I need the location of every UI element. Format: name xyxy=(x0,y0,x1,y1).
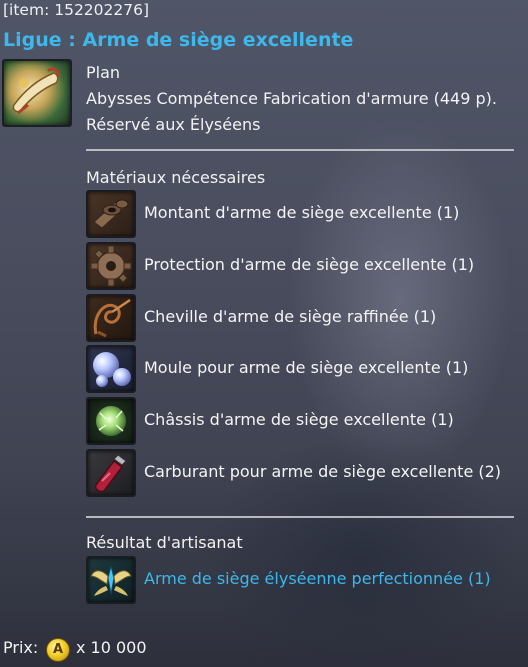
materials-heading: Matériaux nécessaires xyxy=(86,168,266,187)
material-row[interactable]: Châssis d'arme de siège excellente (1) xyxy=(86,397,526,447)
plan-skill-requirement: Abysses Compétence Fabrication d'armure … xyxy=(86,89,497,108)
material-row[interactable]: Montant d'arme de siège excellente (1) xyxy=(86,190,526,240)
plan-type: Plan xyxy=(86,63,121,82)
material-label: Carburant pour arme de siège excellente … xyxy=(144,462,502,481)
material-row[interactable]: Protection d'arme de siège excellente (1… xyxy=(86,242,526,292)
siege-upright-icon xyxy=(86,190,136,238)
material-label: Châssis d'arme de siège excellente (1) xyxy=(144,410,454,429)
winged-emblem-icon xyxy=(86,556,136,604)
price-label: Prix: xyxy=(3,638,39,657)
material-label: Cheville d'arme de siège raffinée (1) xyxy=(144,307,437,326)
result-row[interactable]: Arme de siège élyséenne perfectionnée (1… xyxy=(86,556,526,606)
divider xyxy=(86,516,514,518)
siege-rope-icon xyxy=(86,294,136,342)
material-label: Montant d'arme de siège excellente (1) xyxy=(144,203,460,222)
fuel-bottle-icon xyxy=(86,449,136,497)
plan-restriction: Réservé aux Élyséens xyxy=(86,115,261,134)
abyss-coin-icon: A xyxy=(46,638,70,662)
item-id: [item: 152202276] xyxy=(3,1,150,19)
item-title: Ligue : Arme de siège excellente xyxy=(3,29,354,51)
scroll-plan-icon xyxy=(2,59,72,127)
result-heading: Résultat d'artisanat xyxy=(86,533,243,552)
price-amount: x 10 000 xyxy=(76,638,147,657)
siege-gear-icon xyxy=(86,242,136,290)
chassis-orb-icon xyxy=(86,397,136,445)
material-row[interactable]: Moule pour arme de siège excellente (1) xyxy=(86,345,526,395)
mold-orbs-icon xyxy=(86,345,136,393)
material-row[interactable]: Carburant pour arme de siège excellente … xyxy=(86,449,526,499)
divider xyxy=(86,149,514,151)
material-label: Protection d'arme de siège excellente (1… xyxy=(144,255,475,274)
item-tooltip: [item: 152202276] Ligue : Arme de siège … xyxy=(0,0,528,667)
result-label: Arme de siège élyséenne perfectionnée (1… xyxy=(144,569,491,588)
material-label: Moule pour arme de siège excellente (1) xyxy=(144,358,469,377)
material-row[interactable]: Cheville d'arme de siège raffinée (1) xyxy=(86,294,526,344)
